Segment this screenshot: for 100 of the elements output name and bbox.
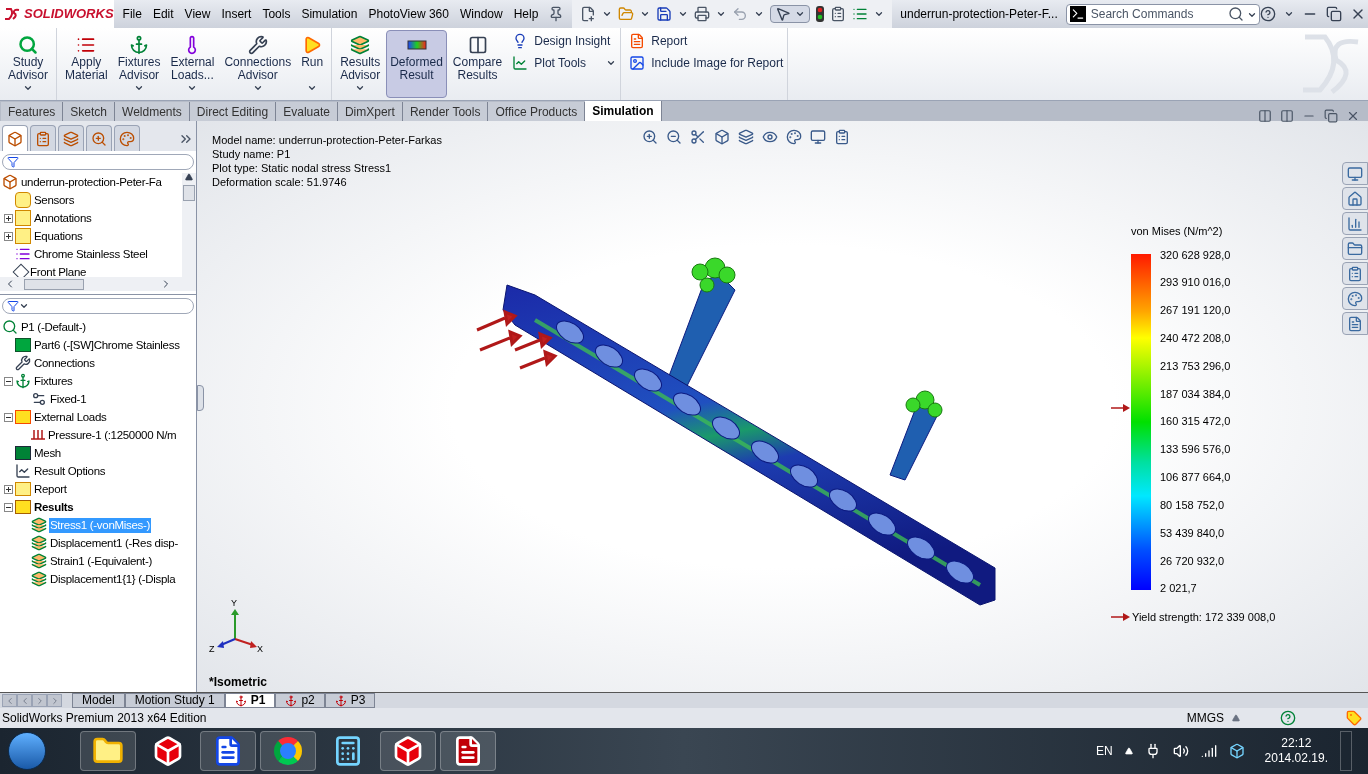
close-icon[interactable] bbox=[1346, 109, 1360, 123]
tree-item[interactable]: Displacement1 (-Res disp- bbox=[49, 535, 179, 551]
restore-icon[interactable] bbox=[1324, 109, 1338, 123]
volume-icon[interactable] bbox=[1172, 743, 1189, 759]
manager-tab[interactable] bbox=[30, 125, 56, 151]
ribbon-button[interactable]: Study Advisor bbox=[4, 30, 52, 98]
command-tab[interactable]: Direct Editing bbox=[189, 102, 277, 121]
scrollbar[interactable] bbox=[182, 173, 196, 277]
tree-item[interactable]: Sensors bbox=[33, 192, 76, 208]
filter-field[interactable] bbox=[2, 154, 194, 170]
help-icon[interactable] bbox=[1259, 6, 1276, 22]
ribbon-button[interactable]: Compare Results bbox=[448, 30, 507, 98]
study-tab[interactable]: P3 bbox=[324, 693, 376, 708]
box-icon[interactable] bbox=[1228, 743, 1245, 759]
save-icon[interactable] bbox=[656, 6, 673, 22]
minus-box-icon[interactable] bbox=[4, 412, 13, 422]
command-tab[interactable]: Simulation bbox=[585, 101, 662, 121]
ribbon-button[interactable]: Plot Tools bbox=[512, 54, 617, 72]
tree-item[interactable]: External Loads bbox=[33, 409, 108, 425]
menu-item[interactable]: View bbox=[179, 5, 216, 23]
plus-box-icon[interactable] bbox=[4, 213, 13, 223]
command-tab[interactable]: Weldments bbox=[115, 102, 190, 121]
task-pane-tab[interactable] bbox=[1342, 162, 1368, 185]
menu-item[interactable]: Simulation bbox=[296, 5, 363, 23]
menu-item[interactable]: Insert bbox=[216, 5, 257, 23]
command-tab[interactable]: Sketch bbox=[63, 102, 116, 121]
ribbon-button[interactable]: Run bbox=[297, 30, 328, 98]
manager-tab[interactable] bbox=[58, 125, 84, 151]
monitor-icon[interactable] bbox=[810, 129, 826, 145]
units-button[interactable]: MMGS bbox=[1186, 709, 1224, 727]
minus-box-icon[interactable] bbox=[4, 502, 13, 512]
study-tab[interactable]: p2 bbox=[275, 693, 325, 708]
start-button[interactable] bbox=[8, 732, 46, 770]
plus-box-icon[interactable] bbox=[4, 484, 13, 494]
minus-box-icon[interactable] bbox=[4, 376, 13, 386]
tree-item[interactable]: Fixed-1 bbox=[49, 391, 88, 407]
command-tab[interactable]: Features bbox=[1, 102, 64, 121]
menu-item[interactable]: File bbox=[117, 5, 147, 23]
tree-item[interactable]: Strain1 (-Equivalent-) bbox=[49, 553, 154, 569]
scissors-icon[interactable] bbox=[690, 129, 706, 145]
show-desktop-button[interactable] bbox=[1340, 731, 1352, 771]
traffic-light-icon[interactable] bbox=[816, 6, 825, 22]
manager-tab[interactable] bbox=[86, 125, 112, 151]
scrollbar[interactable] bbox=[0, 277, 196, 291]
ribbon-button[interactable]: Deformed Result bbox=[386, 30, 447, 98]
split-view-icon[interactable] bbox=[1280, 109, 1294, 123]
tree-item[interactable]: Connections bbox=[33, 355, 96, 371]
tree-item[interactable]: Displacement1{1} (-Displa bbox=[49, 571, 177, 587]
search-field[interactable]: Search Commands bbox=[1065, 3, 1260, 25]
restore-icon[interactable] bbox=[1325, 6, 1342, 22]
taskbar-button[interactable] bbox=[200, 731, 256, 771]
panel-collapse-handle[interactable] bbox=[197, 385, 204, 411]
tree-item[interactable]: Chrome Stainless Steel bbox=[33, 246, 149, 262]
ribbon-button[interactable]: Apply Material bbox=[61, 30, 112, 98]
clipboard-icon[interactable] bbox=[830, 6, 847, 22]
tree-item[interactable]: Fixtures bbox=[33, 373, 74, 389]
menu-item[interactable]: Window bbox=[454, 5, 508, 23]
task-pane-tab[interactable] bbox=[1342, 287, 1368, 310]
clipboard-icon[interactable] bbox=[834, 129, 850, 145]
ribbon-button[interactable]: Report bbox=[629, 32, 784, 50]
menu-item[interactable]: PhotoView 360 bbox=[363, 5, 454, 23]
tree-item[interactable]: Annotations bbox=[33, 210, 93, 226]
select-button[interactable] bbox=[770, 5, 811, 23]
command-tab[interactable]: Evaluate bbox=[276, 102, 338, 121]
study-tab[interactable]: Model bbox=[72, 693, 125, 708]
ribbon-button[interactable]: Design Insight bbox=[512, 32, 617, 50]
signal-icon[interactable] bbox=[1200, 743, 1217, 759]
ribbon-button[interactable]: Results Advisor bbox=[336, 30, 385, 98]
ribbon-button[interactable]: Connections Advisor bbox=[220, 30, 296, 98]
language-indicator[interactable]: EN bbox=[1095, 742, 1113, 760]
scroll-up-icon[interactable] bbox=[185, 173, 193, 181]
taskbar-button[interactable] bbox=[80, 731, 136, 771]
command-tab[interactable]: DimXpert bbox=[337, 102, 403, 121]
taskbar-button[interactable] bbox=[440, 731, 496, 771]
tree-item[interactable]: Front Plane bbox=[29, 264, 88, 277]
taskbar-button[interactable] bbox=[380, 731, 436, 771]
study-tab[interactable]: P1 bbox=[224, 693, 276, 708]
search-icon[interactable] bbox=[1227, 5, 1244, 22]
tree-item[interactable]: Part6 (-[SW]Chrome Stainless bbox=[33, 337, 181, 353]
task-pane-tab[interactable] bbox=[1342, 237, 1368, 260]
zoom-in-icon[interactable] bbox=[642, 129, 658, 145]
menu-item[interactable]: Tools bbox=[257, 5, 296, 23]
printer-icon[interactable] bbox=[694, 6, 711, 22]
layers-icon[interactable] bbox=[738, 129, 754, 145]
tree-item[interactable]: P1 (-Default-) bbox=[20, 319, 87, 335]
task-pane-tab[interactable] bbox=[1342, 187, 1368, 210]
study-tab[interactable]: Motion Study 1 bbox=[124, 693, 225, 708]
command-tab[interactable]: Office Products bbox=[488, 102, 586, 121]
task-pane-tab[interactable] bbox=[1342, 262, 1368, 285]
tree-item[interactable]: underrun-protection-Peter-Fa bbox=[20, 174, 163, 190]
list-icon[interactable] bbox=[852, 6, 869, 22]
cube-icon[interactable] bbox=[714, 129, 730, 145]
scrollbar-thumb[interactable] bbox=[24, 278, 84, 290]
ribbon-button[interactable]: Include Image for Report bbox=[629, 54, 784, 72]
plus-box-icon[interactable] bbox=[4, 231, 13, 241]
menu-item[interactable]: Help bbox=[508, 5, 544, 23]
task-pane-tab[interactable] bbox=[1342, 212, 1368, 235]
tree-item[interactable]: Result Options bbox=[33, 463, 107, 479]
tree-item[interactable]: Mesh bbox=[33, 445, 62, 461]
eye-icon[interactable] bbox=[762, 129, 778, 145]
